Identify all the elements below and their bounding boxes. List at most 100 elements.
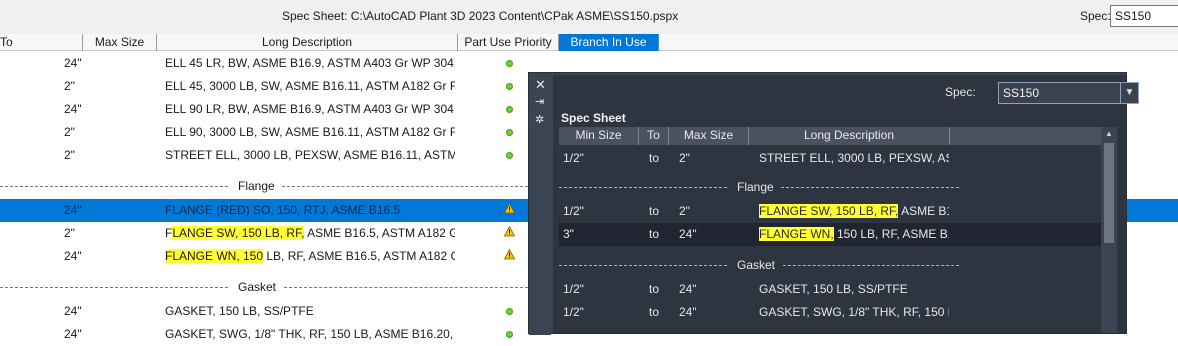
status-ok-icon bbox=[506, 308, 513, 315]
separator-line bbox=[783, 265, 959, 266]
long-description-cell: FLANGE WN, 150 LB, RF, ASME B16. bbox=[759, 227, 949, 241]
chevron-down-icon[interactable]: ▼ bbox=[1120, 83, 1138, 103]
long-description-cell: GASKET, SWG, 1/8" THK, RF, 150 LB, bbox=[759, 305, 949, 319]
min-size-cell: 1/2" bbox=[563, 151, 584, 165]
long-description-cell: ELL 90 LR, BW, ASME B16.9, ASTM A403 Gr … bbox=[165, 102, 455, 116]
column-header-part-use-priority[interactable]: Part Use Priority bbox=[458, 34, 559, 51]
column-header-branch-in-use[interactable]: Branch In Use bbox=[559, 34, 659, 51]
column-header-long-description[interactable]: Long Description bbox=[749, 127, 950, 145]
status-ok-icon bbox=[506, 129, 513, 136]
column-header-max-size[interactable]: Max Size bbox=[83, 34, 157, 51]
palette-table-row[interactable]: 1/2" to 2" STREET ELL, 3000 LB, PEXSW, A… bbox=[559, 147, 1101, 170]
dropdown-value: SS150 bbox=[1003, 86, 1040, 100]
palette-content: Spec: SS150 ▼ Spec Sheet Min Size To Max… bbox=[553, 75, 1139, 333]
max-size-cell: 24" bbox=[64, 304, 82, 318]
palette-table-row[interactable]: 1/2" to 2" FLANGE SW, 150 LB, RF, ASME B… bbox=[559, 200, 1101, 223]
spec-viewer-palette: ✕ ⇥ ✲ Spec: SS150 ▼ Spec Sheet Min Size … bbox=[528, 72, 1139, 335]
warning-icon bbox=[504, 226, 515, 237]
long-description-cell: GASKET, 150 LB, SS/PTFE bbox=[759, 282, 908, 296]
group-separator-flange: Flange bbox=[559, 176, 959, 199]
long-description-cell: FLANGE WN, 150 LB, RF, ASME B16.5, ASTM … bbox=[165, 249, 455, 263]
column-header-long-description[interactable]: Long Description bbox=[157, 34, 458, 51]
spec-label: Spec: bbox=[1080, 9, 1111, 23]
max-size-cell: 24" bbox=[679, 282, 697, 296]
to-cell: to bbox=[649, 305, 660, 319]
min-size-cell: 1/2" bbox=[563, 282, 584, 296]
max-size-cell: 24" bbox=[64, 203, 82, 217]
long-description-cell: FLANGE (RED) SO, 150, RTJ, ASME B16.5 bbox=[165, 203, 401, 217]
separator-line bbox=[0, 186, 228, 187]
palette-table-row[interactable]: 1/2" to 24" GASKET, SWG, 1/8" THK, RF, 1… bbox=[559, 301, 1101, 324]
search-highlight: FLANGE SW, 150 LB, RF, bbox=[759, 204, 899, 218]
long-description-cell: STREET ELL, 3000 LB, PEXSW, ASME bbox=[759, 151, 949, 165]
scrollbar-thumb[interactable] bbox=[1104, 143, 1114, 243]
long-description-cell: ELL 45, 3000 LB, SW, ASME B16.11, ASTM A… bbox=[165, 79, 455, 93]
close-icon[interactable]: ✕ bbox=[535, 77, 546, 93]
to-cell: to bbox=[649, 204, 660, 218]
group-label: Flange bbox=[238, 179, 275, 193]
status-ok-icon bbox=[506, 60, 513, 67]
status-ok-icon bbox=[506, 83, 513, 90]
group-label: Gasket bbox=[737, 258, 776, 272]
spec-selector[interactable]: SS150 bbox=[1110, 5, 1178, 27]
max-size-cell: 2" bbox=[679, 204, 690, 218]
status-ok-icon bbox=[506, 152, 513, 159]
long-description-cell: ELL 45 LR, BW, ASME B16.9, ASTM A403 Gr … bbox=[165, 56, 455, 70]
column-header-row: To Max Size Long Description Part Use Pr… bbox=[0, 34, 1178, 51]
group-separator-gasket: Gasket bbox=[559, 254, 959, 277]
max-size-cell: 24" bbox=[64, 327, 82, 341]
palette-title-strip[interactable]: ✕ ⇥ ✲ bbox=[529, 73, 551, 335]
search-highlight: FLANGE WN, 150 bbox=[165, 249, 264, 263]
long-description-cell: FLANGE SW, 150 LB, RF, ASME B16.5 bbox=[759, 204, 949, 218]
long-description-cell: GASKET, 150 LB, SS/PTFE bbox=[165, 304, 314, 318]
min-size-cell: 1/2" bbox=[563, 305, 584, 319]
palette-column-header-row: Min Size To Max Size Long Description bbox=[559, 127, 1101, 145]
max-size-cell: 2" bbox=[64, 148, 75, 162]
max-size-cell: 2" bbox=[64, 79, 75, 93]
separator-line bbox=[0, 287, 228, 288]
warning-icon bbox=[504, 249, 515, 260]
palette-table-row[interactable]: 1/2" to 24" GASKET, 150 LB, SS/PTFE bbox=[559, 278, 1101, 301]
scroll-up-icon[interactable]: ▲ bbox=[1101, 127, 1117, 141]
group-label: Flange bbox=[737, 180, 774, 194]
spec-header-bar: Spec Sheet: C:\AutoCAD Plant 3D 2023 Con… bbox=[0, 0, 1178, 34]
column-header-min-size[interactable]: Min Size bbox=[559, 127, 639, 145]
to-cell: to bbox=[649, 151, 660, 165]
palette-spec-dropdown[interactable]: SS150 ▼ bbox=[998, 82, 1139, 104]
max-size-cell: 2" bbox=[679, 151, 690, 165]
search-highlight: FLANGE WN, bbox=[759, 227, 834, 241]
group-separator-gasket: Gasket bbox=[0, 276, 528, 299]
palette-table-row-selected[interactable]: 3" to 24" FLANGE WN, 150 LB, RF, ASME B1… bbox=[559, 223, 1101, 246]
pin-icon[interactable]: ⇥ bbox=[535, 95, 544, 108]
description-text: ASME B16.5, ASTM A182 Gr F3 bbox=[307, 226, 455, 240]
max-size-cell: 24" bbox=[679, 227, 697, 241]
long-description-cell: STREET ELL, 3000 LB, PEXSW, ASME B16.11,… bbox=[165, 148, 455, 162]
group-separator-flange: Flange bbox=[0, 175, 528, 198]
separator-line bbox=[559, 187, 727, 188]
vertical-scrollbar[interactable]: ▲ bbox=[1101, 127, 1117, 333]
spec-sheet-path-title: Spec Sheet: C:\AutoCAD Plant 3D 2023 Con… bbox=[282, 9, 679, 23]
max-size-cell: 2" bbox=[64, 125, 75, 139]
max-size-cell: 24" bbox=[64, 249, 82, 263]
settings-icon[interactable]: ✲ bbox=[535, 113, 544, 126]
status-ok-icon bbox=[506, 106, 513, 113]
separator-line bbox=[284, 287, 528, 288]
max-size-cell: 2" bbox=[64, 226, 75, 240]
to-cell: to bbox=[649, 227, 660, 241]
separator-line bbox=[781, 187, 959, 188]
separator-line bbox=[559, 265, 727, 266]
status-ok-icon bbox=[506, 331, 513, 338]
description-text: ASME B16.5 bbox=[901, 204, 949, 218]
column-header-to[interactable]: To bbox=[0, 34, 83, 51]
spec-sheet-heading: Spec Sheet bbox=[561, 111, 626, 125]
column-header-to[interactable]: To bbox=[639, 127, 669, 145]
to-cell: to bbox=[649, 282, 660, 296]
min-size-cell: 1/2" bbox=[563, 204, 584, 218]
max-size-cell: 24" bbox=[64, 56, 82, 70]
long-description-cell: GASKET, SWG, 1/8" THK, RF, 150 LB, ASME … bbox=[165, 327, 455, 341]
search-highlight: LANGE SW, 150 LB, RF, bbox=[172, 226, 305, 240]
description-text: LB, RF, ASME B16.5, ASTM A182 Gr F bbox=[263, 249, 455, 263]
column-header-max-size[interactable]: Max Size bbox=[669, 127, 749, 145]
palette-spec-label: Spec: bbox=[945, 85, 976, 99]
max-size-cell: 24" bbox=[679, 305, 697, 319]
